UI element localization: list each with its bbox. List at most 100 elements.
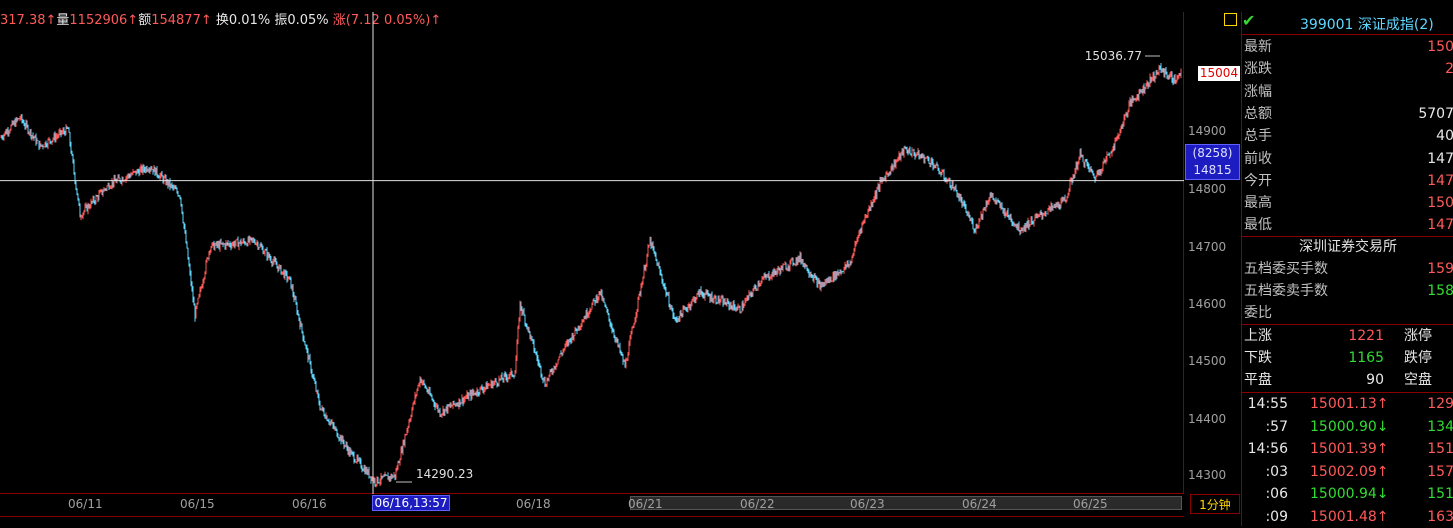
quote-row: 最低 147: [1244, 214, 1453, 236]
crosshair-price: 14815: [1193, 163, 1232, 177]
tick-time: :06: [1265, 486, 1288, 502]
quote-row: 最高 150: [1244, 192, 1453, 214]
tick-time: 14:55: [1247, 396, 1288, 412]
date-label: 06/11: [68, 497, 103, 511]
price-tick-14800: 14800: [1188, 182, 1227, 196]
low-annotation: 14290.23: [416, 467, 473, 481]
tick-row[interactable]: 14:55 15001.13↑ 129: [1242, 393, 1453, 415]
quote-value: 40: [1436, 128, 1453, 145]
date-label: 06/16: [292, 497, 327, 511]
chart-scrollbar[interactable]: [630, 496, 1182, 510]
current-price-tag: 15004: [1198, 66, 1240, 81]
price-tick-14300: 14300: [1188, 468, 1227, 482]
tick-volume: 151: [1427, 441, 1453, 457]
exchange-name: 深圳证券交易所: [1299, 239, 1397, 255]
breadth-label: 上涨: [1244, 328, 1272, 344]
date-label: 06/15: [180, 497, 215, 511]
price-axis: 14900 14800 14700 14600 14500 14400 1430…: [1184, 12, 1240, 494]
breadth-label: 平盘: [1244, 372, 1272, 388]
breadth-row: 下跌 1165 跌停: [1244, 347, 1453, 369]
tick-time: :57: [1265, 418, 1288, 435]
tick-time: 14:56: [1247, 441, 1288, 457]
top-toolbar-strip: [0, 0, 1240, 10]
security-code: 399001: [1300, 17, 1354, 33]
order-row: 五档委买手数 159: [1244, 258, 1453, 280]
tick-price: 15001.13↑: [1310, 396, 1389, 412]
tick-volume: 151: [1427, 486, 1453, 502]
quote-row: 今开 147: [1244, 170, 1453, 192]
quote-value: 150: [1427, 39, 1453, 55]
candlestick-chart[interactable]: 15036.77 14290.23: [0, 12, 1184, 494]
quote-value: 2: [1445, 61, 1453, 78]
date-label: 06/18: [516, 497, 551, 511]
breadth-label-2: 涨停: [1404, 328, 1432, 344]
tick-volume: 134: [1427, 418, 1453, 435]
quote-value: 5707: [1418, 105, 1453, 122]
period-selector[interactable]: 1分钟: [1190, 494, 1240, 514]
quote-value: 150: [1427, 195, 1453, 212]
tick-volume: 157: [1427, 463, 1453, 480]
crosshair-qty: (8258): [1192, 146, 1233, 160]
quote-row: 涨跌 2: [1244, 58, 1453, 80]
price-tick-14900: 14900: [1188, 124, 1227, 138]
tick-time: :09: [1265, 508, 1288, 525]
quote-row: 最新 150: [1244, 36, 1453, 58]
tick-price: 15002.09↑: [1310, 463, 1389, 480]
breadth-label: 下跌: [1244, 350, 1272, 366]
order-label: 委比: [1244, 305, 1272, 321]
quote-label: 最新: [1244, 39, 1272, 55]
breadth-row: 平盘 90 空盘: [1244, 369, 1453, 391]
tick-row[interactable]: :06 15000.94↓ 151: [1242, 483, 1453, 505]
check-icon[interactable]: ✔: [1242, 11, 1255, 30]
tick-volume: 163: [1427, 508, 1453, 525]
quote-panel: ✔ 399001 深证成指(2) 深圳证券交易所 最新 150 涨跌 2 涨幅总额 570…: [1224, 11, 1453, 528]
tick-time: :03: [1265, 463, 1288, 480]
security-name: 深证成指(2): [1357, 17, 1434, 33]
tick-row[interactable]: :09 15001.48↑ 163: [1242, 506, 1453, 528]
order-label: 五档委买手数: [1244, 261, 1328, 277]
tick-row[interactable]: :03 15002.09↑ 157: [1242, 461, 1453, 483]
quote-label: 最低: [1244, 217, 1272, 234]
breadth-label-2: 跌停: [1404, 350, 1432, 366]
candles-group: [0, 63, 1182, 488]
tick-price: 15000.90↓: [1310, 418, 1389, 435]
breadth-row: 上涨 1221 涨停: [1244, 325, 1453, 347]
tick-row[interactable]: 14:56 15001.39↑ 151: [1242, 438, 1453, 460]
tick-price: 15000.94↓: [1310, 486, 1389, 502]
tick-row[interactable]: :57 15000.90↓ 134: [1242, 416, 1453, 438]
price-tick-14600: 14600: [1188, 297, 1227, 311]
price-tick-14700: 14700: [1188, 240, 1227, 254]
quote-label: 前收: [1244, 150, 1272, 167]
security-title: 399001 深证成指(2): [1300, 14, 1434, 34]
breadth-value: 1221: [1348, 328, 1384, 344]
tick-price: 15001.48↑: [1310, 508, 1389, 525]
quote-row: 总额 5707: [1244, 103, 1453, 125]
price-tick-14400: 14400: [1188, 412, 1227, 426]
quote-row: 前收 147: [1244, 148, 1453, 170]
quote-label: 总额: [1244, 105, 1272, 122]
price-tick-14500: 14500: [1188, 354, 1227, 368]
crosshair-time-tag: 06/16,13:57: [372, 495, 450, 511]
order-value: 159: [1427, 261, 1453, 277]
order-row: 委比: [1244, 302, 1453, 324]
order-value: 158: [1427, 283, 1453, 299]
quote-value: 147: [1427, 217, 1453, 234]
quote-label: 总手: [1244, 128, 1272, 145]
tick-price: 15001.39↑: [1310, 441, 1389, 457]
order-row: 五档委卖手数 158: [1244, 280, 1453, 302]
quote-label: 最高: [1244, 195, 1272, 212]
breadth-value: 90: [1366, 372, 1384, 388]
high-annotation: 15036.77: [1085, 49, 1142, 63]
quote-label: 今开: [1244, 172, 1272, 189]
panel-header: ✔ 399001 深证成指(2): [1224, 11, 1453, 35]
quote-label: 涨幅: [1244, 83, 1272, 100]
quote-row: 涨幅: [1244, 81, 1453, 103]
quote-label: 涨跌: [1244, 61, 1272, 78]
breadth-value: 1165: [1348, 350, 1384, 366]
order-label: 五档委卖手数: [1244, 283, 1328, 299]
square-icon[interactable]: [1224, 13, 1237, 26]
crosshair-price-tag: (8258) 14815: [1185, 144, 1240, 180]
quote-row: 总手 40: [1244, 125, 1453, 147]
quote-value: 147: [1427, 150, 1453, 167]
quote-value: 147: [1427, 172, 1453, 189]
